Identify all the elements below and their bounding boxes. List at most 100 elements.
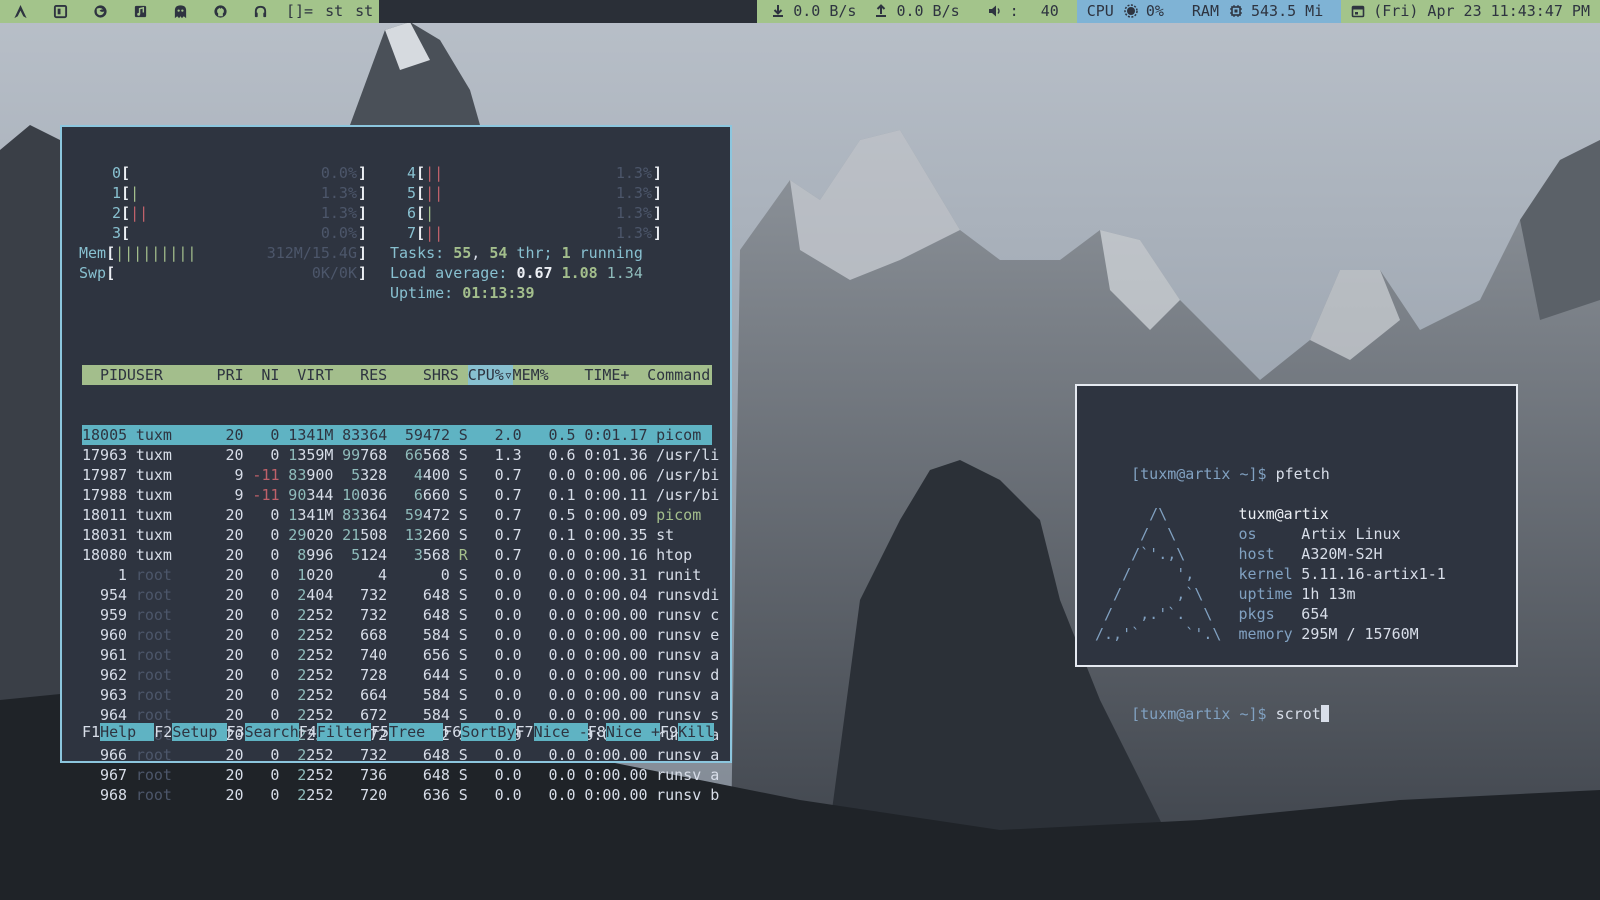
fkey-f4[interactable]: F4Filter [299,722,371,742]
meter-bracket: ] [357,164,367,182]
process-state: S [458,666,468,684]
column-header-state[interactable]: S [450,365,459,385]
fkey-f6[interactable]: F6SortBy [443,722,516,742]
pfetch-terminal-window[interactable]: [tuxm@artix ~]$ pfetch /\ / \ /`'.,\ / '… [1075,384,1518,723]
fkey-f7[interactable]: F7Nice - [516,722,588,742]
pfetch-output: /\ / \ /`'.,\ / ', / ,`\ / ,.'`. \ /.,'` … [1095,504,1516,644]
workspace-6[interactable] [200,0,240,23]
load-15: 1.34 [606,264,643,282]
volume-widget[interactable]: : 40 [973,0,1077,23]
window-title-1[interactable]: st [319,0,350,23]
process-time: 0:00.00 [584,606,648,624]
meter-bracket: ] [357,184,367,202]
process-time: 0:00.31 [584,566,648,584]
meter-bracket: [ [121,204,131,222]
process-time: 0:00.06 [584,466,648,484]
github-icon [213,5,227,18]
process-pid: 17988 [82,486,128,504]
process-table[interactable]: PID USER PRI NI VIRT RES SHR S CPU%▿ MEM% TIME+ Com… [82,325,719,845]
process-user: tuxm [135,526,172,544]
meter-bracket: [ [106,264,116,282]
fkey-f5[interactable]: F5Tree [371,722,444,742]
process-row[interactable]: 18031 tuxm 20 0 29020 21508 13260 S 0.7 0.1 0:00.3… [82,525,712,545]
column-header-time[interactable]: TIME+ [584,365,629,385]
process-row[interactable]: 968 root 20 0 2252 720 636 S 0.0 0.0 0:00.00 runsv … [82,785,719,805]
process-user: tuxm [135,426,172,444]
process-user: root [135,606,172,624]
process-row[interactable]: 18011 tuxm 20 0 1341M 83364 59472 S 0.7 0.5 0:00.0… [82,505,712,525]
process-table-header[interactable]: PID USER PRI NI VIRT RES SHR S CPU%▿ MEM% TIME+ Com… [82,365,712,385]
process-row[interactable]: 967 root 20 0 2252 736 648 S 0.0 0.0 0:00.00 runsv … [82,765,719,785]
window-title-2[interactable]: st [349,0,380,23]
process-ni: 0 [270,626,280,644]
prompt-line-2[interactable]: [tuxm@artix ~]$ scrot [1095,684,1516,723]
process-row[interactable]: 959 root 20 0 2252 732 648 S 0.0 0.0 0:00.00 runsv … [82,605,719,625]
process-pid: 18011 [82,506,128,524]
fkey-f2[interactable]: F2Setup [154,722,227,742]
workspace-1[interactable] [0,0,40,23]
fkey-f8[interactable]: F8Nice + [588,722,660,742]
process-row[interactable]: 17963 tuxm 20 0 1359M 99768 66568 S 1.3 0.6 0:01.3… [82,445,719,465]
process-time: 0:00.00 [584,746,648,764]
info-key: uptime [1238,585,1293,603]
process-row[interactable]: 960 root 20 0 2252 668 584 S 0.0 0.0 0:00.00 runsv … [82,625,719,645]
fkey-label: Nice + [605,723,660,741]
process-row[interactable]: 18080 tuxm 20 0 8996 5124 3568 R 0.7 0.0 0:00.16 ht… [82,545,712,565]
process-command: runsv d [656,666,720,684]
fkey-f9[interactable]: F9Kill [660,722,715,742]
process-list[interactable]: 18005 tuxm 20 0 1341M 83364 59472 S 2.0 0.5 0:01.1… [82,425,719,805]
process-pid: 17987 [82,466,128,484]
process-row[interactable]: 17988 tuxm 9 -11 90344 10036 6660 S 0.7 0.1 0:00.1… [82,485,719,505]
running-count: 1 [561,244,571,262]
process-state: S [458,626,468,644]
process-mem: 0.6 [548,446,576,464]
process-row[interactable]: 961 root 20 0 2252 740 656 S 0.0 0.0 0:00.00 runsv … [82,645,719,665]
column-header-cpu[interactable]: CPU%▿ [467,365,513,385]
process-res: 5124 [351,546,388,564]
process-res: 99768 [342,446,388,464]
fkey-label: Help [100,723,155,741]
workspace-3[interactable] [80,0,120,23]
cpu-id: 0 [112,164,122,182]
workspace-5[interactable] [160,0,200,23]
process-row[interactable]: 954 root 20 0 2404 732 648 S 0.0 0.0 0:00.04 runsvd… [82,585,719,605]
column-header-mem[interactable]: MEM% [513,365,549,385]
process-cpu: 0.0 [494,566,522,584]
clock-widget[interactable]: (Fri) Apr 23 11:43:47 PM [1341,0,1600,23]
process-res: 740 [360,646,388,664]
column-header-pid[interactable]: PID [100,365,127,385]
workspace-7[interactable] [240,0,280,23]
info-value: 1h 13m [1301,585,1356,603]
htop-terminal-window[interactable]: 0[0.0%] 1[| 1.3%] 2[|| 1.3%] 3[0.0%] 4[|| 1.3%]… [60,125,732,804]
layout-indicator[interactable]: []= [280,0,320,23]
workspace-4[interactable] [120,0,160,23]
meter-bracket: ] [652,184,662,202]
ascii-art-line: / ,.'`. \ [1095,605,1213,623]
process-pid: 962 [99,666,128,684]
column-header-virt[interactable]: VIRT [297,365,333,385]
function-key-bar[interactable]: F1Help F2Setup F3Search F4Filter F5Tree F6… [82,722,715,742]
uptime-label: Uptime: [390,284,454,302]
column-header-user[interactable]: USER [127,365,163,385]
process-row[interactable]: 1 root 20 0 1020 4 0 S 0.0 0.0 0:00.31 runit [82,565,712,585]
column-header-res[interactable]: RES [360,365,387,385]
column-header-pri[interactable]: PRI [217,365,244,385]
column-header-command[interactable]: Command [647,365,710,385]
process-row[interactable]: 962 root 20 0 2252 728 644 S 0.0 0.0 0:00.00 runsv … [82,665,719,685]
process-row[interactable]: 17987 tuxm 9 -11 83900 5328 4400 S 0.7 0.0 0:00.06… [82,465,719,485]
process-row[interactable]: 966 root 20 0 2252 732 648 S 0.0 0.0 0:00.00 runsv … [82,745,719,765]
workspace-2[interactable] [40,0,80,23]
process-virt: 2252 [297,626,334,644]
process-row[interactable]: 18005 tuxm 20 0 1341M 83364 59472 S 2.0 0.5 0:01.1… [82,425,712,445]
fkey-f3[interactable]: F3Search [227,722,299,742]
process-shr: 648 [422,586,450,604]
process-mem: 0.5 [548,506,576,524]
process-row[interactable]: 963 root 20 0 2252 664 584 S 0.0 0.0 0:00.00 runsv … [82,685,719,705]
fkey-f1[interactable]: F1Help [82,722,155,742]
process-virt: 2252 [297,686,334,704]
column-header-ni[interactable]: NI [261,365,279,385]
mem-meter: Mem[||||||||| 312M/15.4G] [79,243,367,263]
column-header-shr[interactable]: SHR [423,365,450,385]
user-host: tuxm@artix [1238,505,1329,523]
cpu-id: 6 [407,204,417,222]
